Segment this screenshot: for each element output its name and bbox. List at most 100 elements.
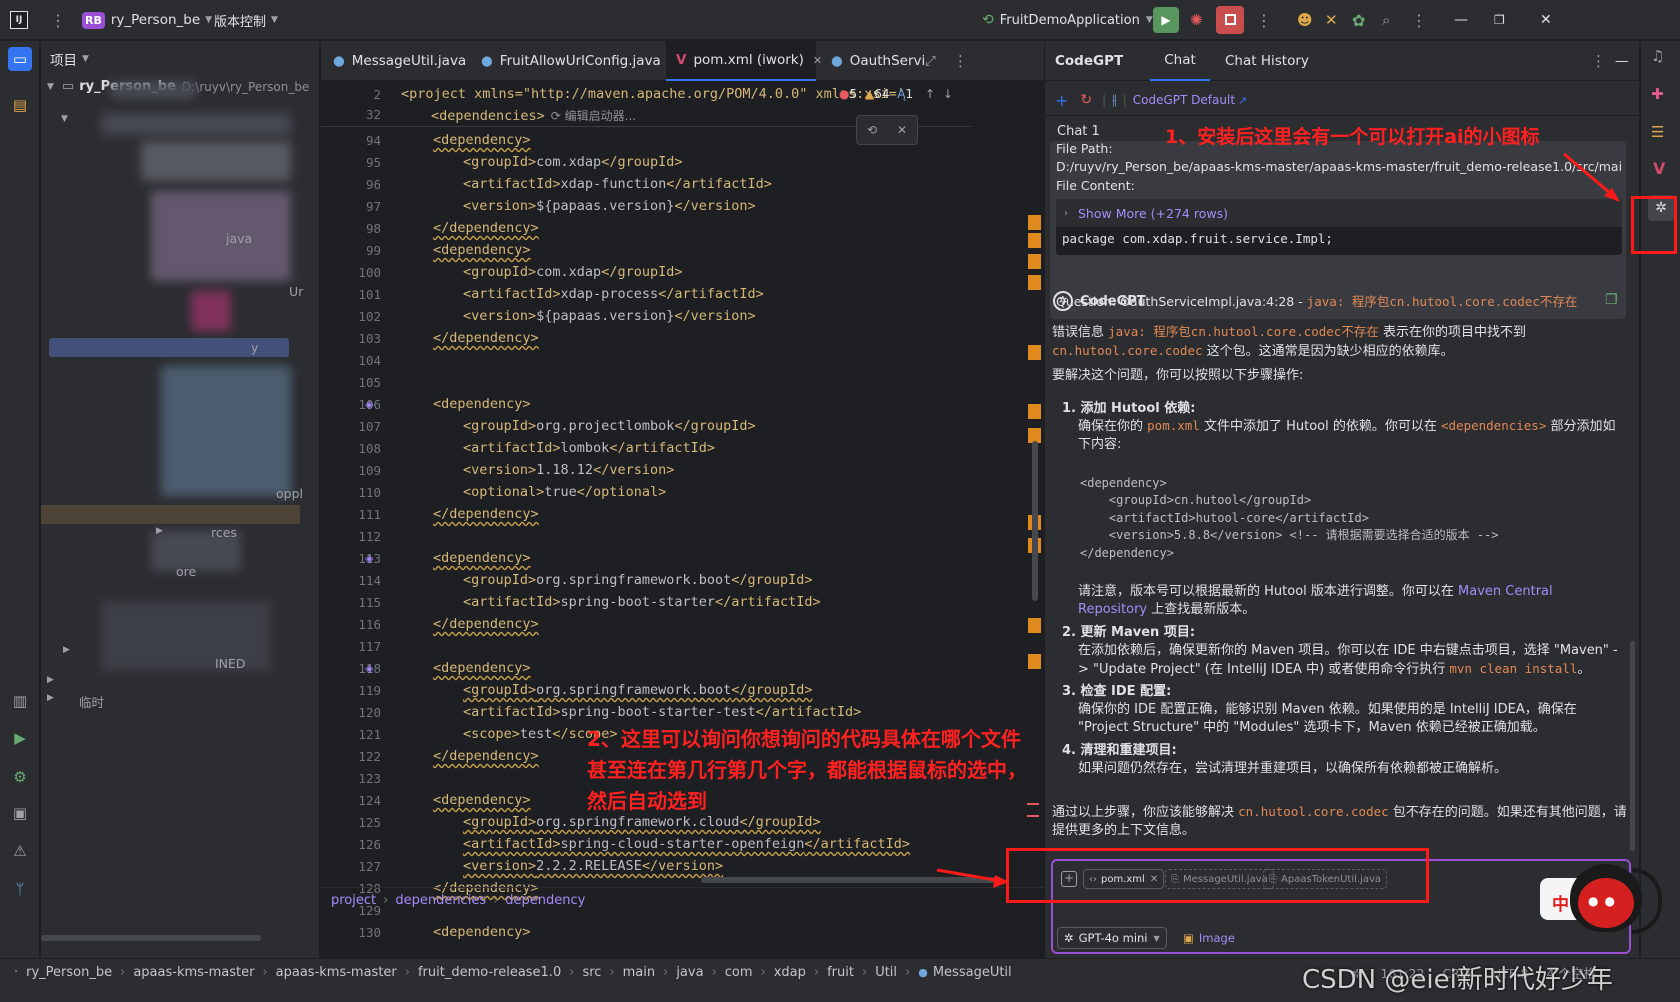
sticky-dependencies-line[interactable]: <dependencies> ⟳ 编辑启动器... — [431, 107, 636, 124]
inlay-hint[interactable]: ⟳ 编辑启动器... — [551, 109, 636, 123]
vertical-scrollbar[interactable] — [1032, 441, 1038, 601]
sticky-project-line[interactable]: <project xmlns="http://maven.apache.org/… — [401, 86, 905, 102]
code-line[interactable]: <artifactId>spring-boot-starter-test</ar… — [463, 704, 861, 720]
external-link-icon[interactable]: ↗ — [1238, 94, 1247, 107]
copy-icon[interactable]: ❐ — [1605, 292, 1618, 308]
status-breadcrumb-item[interactable]: ry_Person_be — [26, 965, 112, 980]
tree-item-ore[interactable]: ore — [176, 564, 196, 579]
maven-reload-icon[interactable]: ⟲ — [867, 123, 877, 137]
status-breadcrumb-item[interactable]: java — [676, 965, 703, 980]
problems-tool-icon[interactable]: ⚠ — [8, 839, 32, 863]
status-breadcrumb-item[interactable]: main — [623, 965, 655, 980]
close-icon[interactable]: ✕ — [897, 123, 907, 137]
problems-widget[interactable]: ●5 ▲64 Ą1 ↑ ↓ — [839, 87, 953, 101]
horizontal-scrollbar[interactable] — [41, 935, 261, 941]
dependency-gutter-icon[interactable]: ◈ — [365, 398, 373, 411]
code-line[interactable]: <artifactId>xdap-function</artifactId> — [463, 176, 772, 192]
code-line[interactable]: </dependency> — [433, 748, 539, 764]
code-line[interactable]: <version>${papaas.version}</version> — [463, 308, 756, 324]
status-breadcrumb-item[interactable]: xdap — [774, 965, 806, 980]
code-line[interactable]: <optional>true</optional> — [463, 484, 666, 500]
warning-marker[interactable] — [1028, 654, 1041, 669]
notifications-icon[interactable]: ♫ — [1651, 47, 1664, 65]
code-line[interactable]: <artifactId>spring-boot-starter</artifac… — [463, 594, 821, 610]
code-line[interactable]: <artifactId>xdap-process</artifactId> — [463, 286, 764, 302]
database-icon[interactable]: ☰ — [1651, 123, 1664, 141]
minimize-icon[interactable]: — — [1454, 0, 1468, 40]
code-line[interactable]: <artifactId>lombok</artifactId> — [463, 440, 715, 456]
status-breadcrumb-item[interactable]: fruit_demo-release1.0 — [418, 965, 561, 980]
code-line[interactable]: <groupId>org.springframework.boot</group… — [463, 682, 813, 698]
project-view-selector[interactable]: 项目 ▼ — [50, 49, 89, 69]
more-icon[interactable]: ⋮ — [1256, 0, 1272, 40]
structure-tool-icon[interactable]: ▤ — [8, 93, 32, 117]
settings-more-icon[interactable]: ⋮ — [1411, 0, 1427, 40]
tab-oauth-service[interactable]: ● OauthServi — [831, 41, 925, 81]
config-label[interactable]: CodeGPT Default — [1133, 93, 1235, 107]
tab-fruit-allow-url-config[interactable]: ● FruitAllowUrlConfig.java — [481, 41, 661, 81]
dependency-gutter-icon[interactable]: ◈ — [365, 552, 373, 565]
warning-marker[interactable] — [1028, 233, 1041, 248]
expand-icon[interactable]: ⤢ — [925, 41, 936, 81]
code-line[interactable]: <groupId>org.projectlombok</groupId> — [463, 418, 756, 434]
code-line[interactable]: <groupId>org.springframework.boot</group… — [463, 572, 813, 588]
code-line[interactable]: </dependency> — [433, 506, 539, 522]
tab-chat-history[interactable]: Chat History — [1225, 41, 1309, 81]
arrow-down-icon[interactable]: ↓ — [943, 87, 953, 101]
code-line[interactable]: <dependency> — [433, 242, 531, 258]
tree-item-ined[interactable]: INED — [215, 656, 246, 671]
status-breadcrumb-item[interactable]: fruit — [827, 965, 854, 980]
vcs-menu[interactable]: 版本控制 ▼ — [214, 0, 278, 40]
breadcrumb-item[interactable]: project — [331, 893, 376, 908]
code-line[interactable]: <dependency> — [433, 660, 531, 676]
run-config-selector[interactable]: ⟲ FruitDemoApplication ▼ — [982, 0, 1153, 40]
code-line[interactable]: <version>${papaas.version}</version> — [463, 198, 756, 214]
main-menu-icon[interactable]: ⋮ — [50, 0, 66, 40]
search-icon[interactable]: ⌕ — [1382, 0, 1390, 40]
debug-icon[interactable]: ✺ — [1190, 0, 1203, 40]
chevron-right-icon[interactable]: ▶ — [63, 645, 70, 655]
show-more-toggle[interactable]: › Show More (+274 rows) — [1056, 199, 1622, 227]
tools-icon[interactable]: ✕ — [1325, 0, 1338, 40]
tree-item-y[interactable]: y — [251, 340, 258, 355]
tree-item-rces[interactable]: rces — [211, 525, 237, 540]
maven-reload-popup[interactable]: ⟲ ✕ — [856, 115, 918, 145]
breadcrumb-item[interactable]: dependencies — [395, 893, 486, 908]
more-icon[interactable]: ⋮ — [953, 41, 968, 81]
chevron-right-icon[interactable]: ▶ — [47, 693, 54, 703]
status-breadcrumb-item[interactable]: apaas-kms-master — [133, 965, 254, 980]
chevron-right-icon[interactable]: ▶ — [47, 675, 54, 685]
plugin-icon[interactable]: ✚ — [1651, 85, 1664, 103]
highlighted-tree-row[interactable] — [41, 505, 300, 524]
tree-item-scratches[interactable]: 临时 — [79, 692, 104, 711]
code-line[interactable]: </dependency> — [433, 616, 539, 632]
tree-item-ur[interactable]: Ur — [289, 284, 303, 299]
breadcrumb-item[interactable]: dependency — [505, 893, 585, 908]
tree-item-java[interactable]: java — [226, 231, 252, 246]
warning-marker[interactable] — [1028, 618, 1041, 633]
code-block[interactable]: <dependency> <groupId>cn.hutool</groupId… — [1080, 457, 1620, 562]
services-tool-icon[interactable]: ▥ — [8, 689, 32, 713]
chat-scrollbar[interactable] — [1630, 641, 1635, 851]
terminal-tool-icon[interactable]: ▣ — [8, 801, 32, 825]
dependency-gutter-icon[interactable]: ◈ — [365, 662, 373, 675]
code-line[interactable]: <artifactId>spring-cloud-starter-openfei… — [463, 836, 910, 852]
warning-marker[interactable] — [1028, 275, 1041, 290]
chevron-right-icon[interactable]: ▶ — [156, 526, 163, 536]
git-tool-icon[interactable]: ᛘ — [8, 877, 32, 901]
tab-pom-xml[interactable]: Vpom.xml (iwork) ✕ — [666, 41, 822, 81]
status-breadcrumb-item[interactable]: src — [582, 965, 601, 980]
code-line[interactable]: <dependency> — [433, 792, 531, 808]
chevron-down-icon[interactable]: ▼ — [61, 114, 68, 124]
warning-marker[interactable] — [1028, 254, 1041, 269]
maximize-icon[interactable]: ❐ — [1494, 0, 1505, 40]
tab-message-util[interactable]: ● MessageUtil.java — [333, 41, 466, 81]
warning-marker[interactable] — [1028, 345, 1041, 360]
tree-item-oppl[interactable]: oppl — [276, 486, 303, 501]
status-breadcrumb-item[interactable]: apaas-kms-master — [276, 965, 397, 980]
minimize-icon[interactable]: — — [1615, 41, 1629, 81]
ide-logo-icon[interactable]: IJ — [10, 0, 28, 40]
run-tool-icon[interactable]: ▶ — [8, 726, 32, 750]
split-icon[interactable]: ⫲ — [1112, 92, 1117, 108]
refresh-icon[interactable]: ↻ — [1080, 92, 1092, 108]
